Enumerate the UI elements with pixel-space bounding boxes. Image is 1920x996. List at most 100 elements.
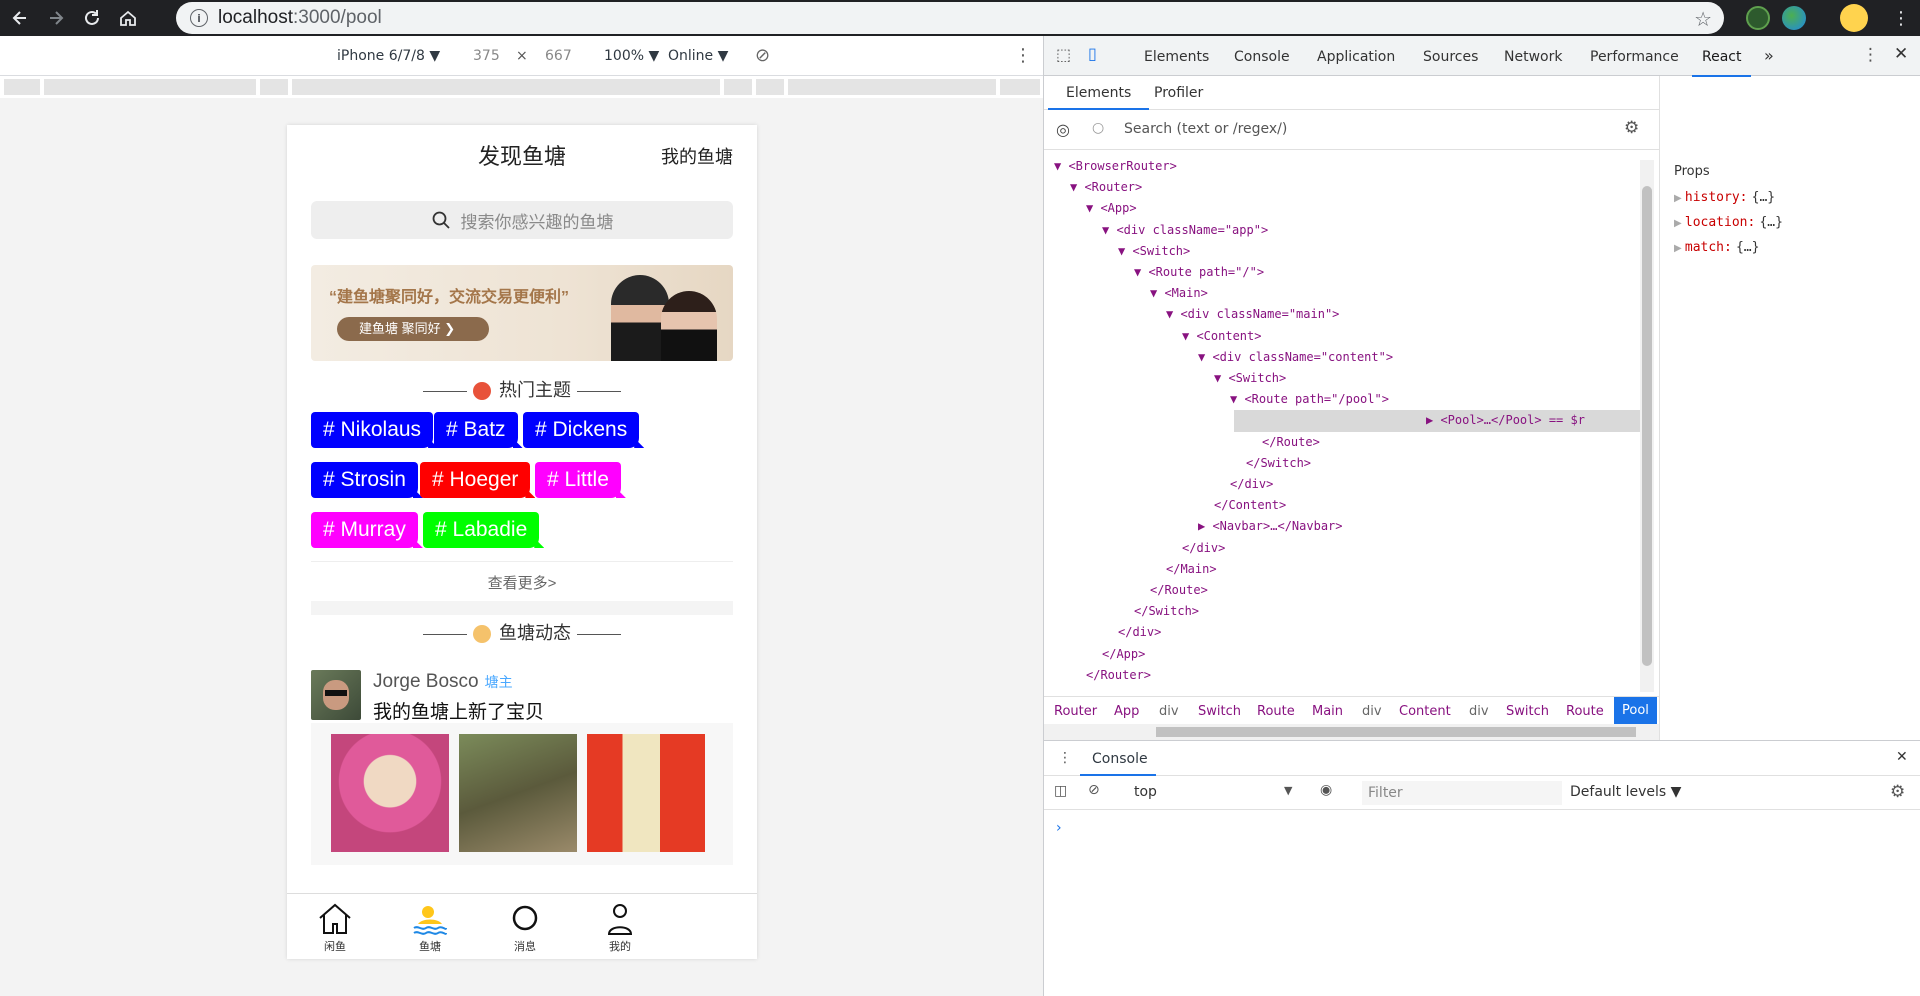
reload-icon[interactable] xyxy=(76,2,108,34)
close-devtools-icon[interactable]: ✕ xyxy=(1894,44,1908,64)
crumb[interactable]: Router xyxy=(1054,704,1097,719)
post-author[interactable]: Jorge Bosco 塘主 xyxy=(373,671,513,693)
chevron-down-icon[interactable]: ▼ xyxy=(1284,784,1292,797)
device-select[interactable]: iPhone 6/7/8 ▼ xyxy=(337,48,440,64)
tab-profile[interactable]: 我的 xyxy=(590,900,650,954)
topic-tag[interactable]: # Strosin xyxy=(311,462,418,498)
close-drawer-icon[interactable]: ✕ xyxy=(1896,749,1908,765)
address-bar[interactable]: i localhost:3000/pool ☆ xyxy=(176,2,1724,34)
tree-node-selected[interactable]: ▶ <Pool>…</Pool> == $r xyxy=(1234,410,1640,432)
crumb[interactable]: Main xyxy=(1312,704,1343,719)
tree-node[interactable]: ▼ <Route path="/"> xyxy=(1054,262,1644,283)
tab-performance[interactable]: Performance xyxy=(1590,49,1679,65)
component-search[interactable]: ◎ ○ Search (text or /regex/) ⚙ xyxy=(1044,110,1659,150)
tree-node[interactable]: ▼ <Main> xyxy=(1054,283,1644,304)
tree-node[interactable]: </Route> xyxy=(1054,432,1644,453)
tree-node[interactable]: </Content> xyxy=(1054,495,1644,516)
tree-node[interactable]: </Switch> xyxy=(1054,601,1644,622)
tree-node[interactable]: </Main> xyxy=(1054,559,1644,580)
drawer-menu-icon[interactable]: ⋮ xyxy=(1058,750,1072,766)
prop-row[interactable]: ▶ match: {…} xyxy=(1674,240,1759,255)
bookmark-star-icon[interactable]: ☆ xyxy=(1694,7,1712,31)
tab-react[interactable]: React xyxy=(1691,49,1753,77)
post-image[interactable] xyxy=(331,734,449,852)
crumb[interactable]: Switch xyxy=(1198,704,1241,719)
device-toggle-icon[interactable]: ▯ xyxy=(1088,44,1097,63)
post-image[interactable] xyxy=(587,734,705,852)
rotate-icon[interactable]: ⊘ xyxy=(755,45,770,66)
inspect-element-icon[interactable]: ⬚ xyxy=(1056,45,1071,64)
see-more-link[interactable]: 查看更多> xyxy=(311,561,733,593)
search-input[interactable]: 搜索你感兴趣的鱼塘 xyxy=(311,201,733,239)
forward-icon[interactable] xyxy=(40,2,72,34)
more-tabs-icon[interactable]: » xyxy=(1764,46,1774,65)
network-select[interactable]: Online ▼ xyxy=(668,48,728,64)
tree-node[interactable]: ▼ <div className="content"> xyxy=(1054,347,1644,368)
url-text[interactable]: localhost:3000/pool xyxy=(218,7,382,29)
subtab-profiler[interactable]: Profiler xyxy=(1154,85,1203,101)
tree-node[interactable]: ▼ <Switch> xyxy=(1054,368,1644,389)
console-prompt[interactable]: › xyxy=(1056,820,1062,836)
settings-gear-icon[interactable]: ⚙ xyxy=(1624,118,1639,138)
tab-sources[interactable]: Sources xyxy=(1423,49,1478,65)
console-drawer-tab[interactable]: Console xyxy=(1092,751,1148,767)
console-settings-icon[interactable]: ⚙ xyxy=(1890,782,1905,802)
crumb[interactable]: div xyxy=(1469,704,1489,719)
tree-node[interactable]: ▼ <div className="app"> xyxy=(1054,220,1644,241)
topic-tag[interactable]: # Dickens xyxy=(523,412,640,448)
tree-node[interactable]: ▶ <Navbar>…</Navbar> xyxy=(1054,516,1644,537)
device-height[interactable]: 667 xyxy=(545,48,572,64)
zoom-select[interactable]: 100% ▼ xyxy=(604,48,659,64)
topic-tag[interactable]: # Labadie xyxy=(423,512,540,548)
crumb[interactable]: Switch xyxy=(1506,704,1549,719)
tree-node[interactable]: ▼ <Route path="/pool"> xyxy=(1054,389,1644,410)
sidebar-toggle-icon[interactable]: ◫ xyxy=(1054,783,1067,799)
tree-node[interactable]: </Route> xyxy=(1054,580,1644,601)
tree-node[interactable]: </div> xyxy=(1054,538,1644,559)
console-filter-input[interactable]: Filter xyxy=(1362,781,1562,805)
tree-node[interactable]: ▼ <Content> xyxy=(1054,326,1644,347)
log-levels-select[interactable]: Default levels ▼ xyxy=(1570,784,1681,800)
device-width[interactable]: 375 xyxy=(473,48,500,64)
prop-row[interactable]: ▶ history: {…} xyxy=(1674,190,1775,205)
avatar[interactable] xyxy=(311,670,361,720)
tree-node[interactable]: ▼ <Router> xyxy=(1054,177,1644,198)
back-icon[interactable] xyxy=(4,2,36,34)
tree-scrollbar[interactable] xyxy=(1640,160,1654,692)
crumb[interactable]: App xyxy=(1114,704,1139,719)
home-icon[interactable] xyxy=(112,2,144,34)
nodejs-extension-icon[interactable] xyxy=(1746,6,1770,30)
tree-node[interactable]: ▼ <App> xyxy=(1054,198,1644,219)
tree-node[interactable]: ▼ <div className="main"> xyxy=(1054,304,1644,325)
tree-node[interactable]: </Router> xyxy=(1054,665,1644,686)
crumb[interactable]: div xyxy=(1362,704,1382,719)
tab-console[interactable]: Console xyxy=(1234,49,1290,65)
tree-node[interactable]: </Switch> xyxy=(1054,453,1644,474)
topic-tag[interactable]: # Little xyxy=(535,462,621,498)
tab-pool[interactable]: 鱼塘 xyxy=(400,900,460,954)
promo-banner[interactable]: “建鱼塘聚同好，交流交易更便利” 建鱼塘 聚同好 ❯ xyxy=(311,265,733,361)
more-options-icon[interactable]: ⋮ xyxy=(1014,45,1032,66)
tree-node[interactable]: </App> xyxy=(1054,644,1644,665)
tab-home[interactable]: 闲鱼 xyxy=(305,900,365,954)
devtools-menu-icon[interactable]: ⋮ xyxy=(1862,45,1879,65)
avatar[interactable] xyxy=(1840,4,1868,32)
tree-node[interactable]: </div> xyxy=(1054,474,1644,495)
tree-node[interactable]: ▼ <Switch> xyxy=(1054,241,1644,262)
info-icon[interactable]: i xyxy=(190,9,208,27)
eye-icon[interactable]: ◉ xyxy=(1320,782,1332,798)
crumb-active[interactable]: Pool xyxy=(1614,697,1657,725)
target-icon[interactable]: ◎ xyxy=(1056,120,1070,139)
tab-application[interactable]: Application xyxy=(1317,49,1395,65)
tab-elements[interactable]: Elements xyxy=(1144,49,1209,65)
my-pool-link[interactable]: 我的鱼塘 xyxy=(661,143,733,169)
globe-extension-icon[interactable] xyxy=(1782,6,1806,30)
topic-tag[interactable]: # Murray xyxy=(311,512,418,548)
tab-network[interactable]: Network xyxy=(1504,49,1562,65)
menu-icon[interactable]: ⋮ xyxy=(1892,8,1910,29)
topic-tag[interactable]: # Hoeger xyxy=(420,462,531,498)
tab-messages[interactable]: 消息 xyxy=(495,900,555,954)
topic-tag[interactable]: # Nikolaus xyxy=(311,412,434,448)
crumb[interactable]: Route xyxy=(1566,704,1604,719)
prop-row[interactable]: ▶ location: {…} xyxy=(1674,215,1783,230)
